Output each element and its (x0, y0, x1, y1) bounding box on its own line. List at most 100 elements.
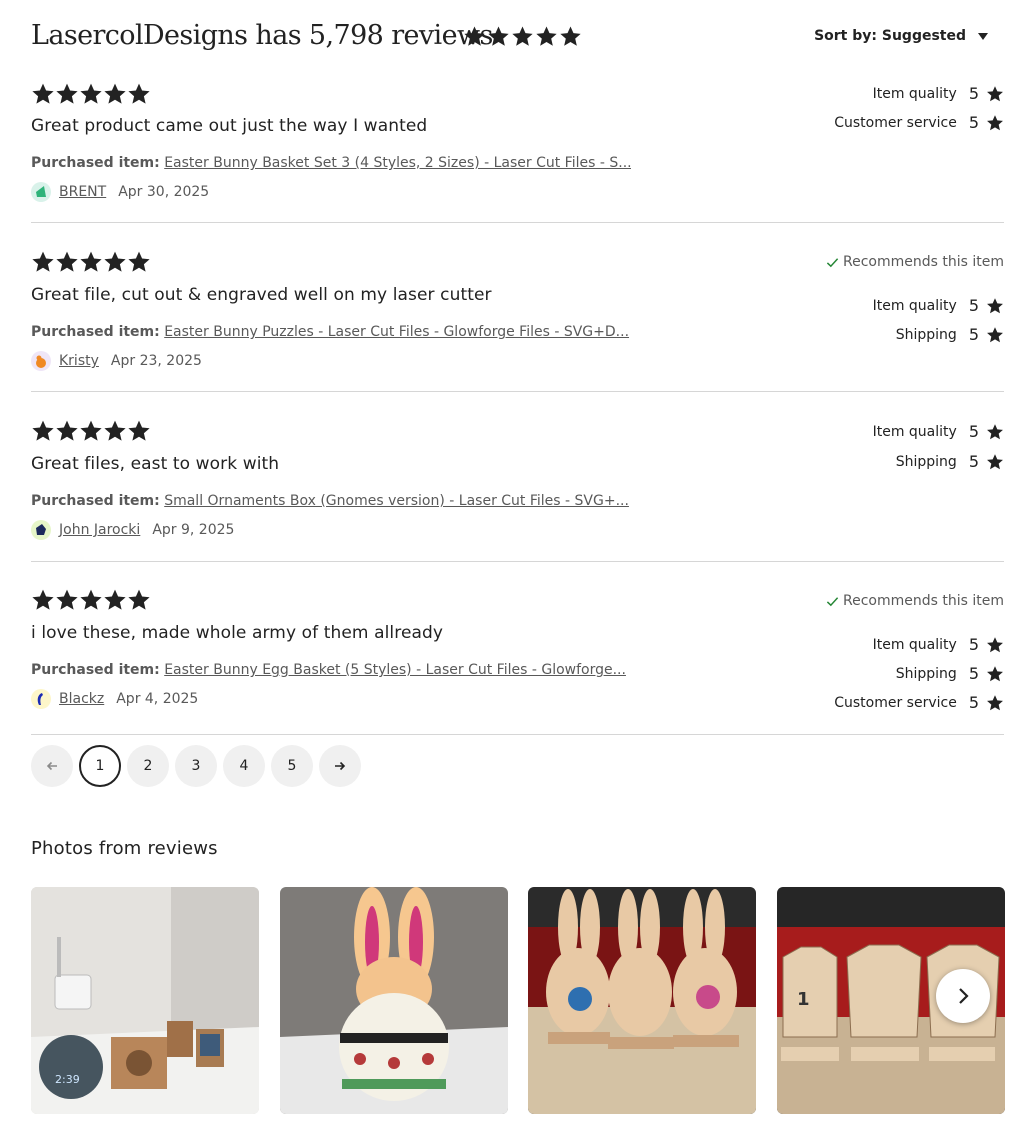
reviews-header: LasercolDesigns has 5,798 reviews Sort b… (31, 18, 1004, 58)
review-author[interactable]: Kristy (59, 353, 99, 369)
star-icon (987, 85, 1003, 101)
star-icon (56, 589, 78, 610)
chevron-right-icon (959, 988, 969, 1004)
purchased-item-link[interactable]: Easter Bunny Egg Basket (5 Styles) - Las… (164, 662, 626, 678)
next-page-button[interactable] (319, 745, 361, 787)
svg-text:1: 1 (797, 989, 810, 1010)
star-icon (32, 420, 54, 441)
star-icon (32, 251, 54, 272)
review-title: Great file, cut out & engraved well on m… (31, 285, 492, 305)
star-icon (56, 251, 78, 272)
star-icon (80, 420, 102, 441)
page-button-1[interactable]: 1 (79, 745, 121, 787)
star-icon (32, 589, 54, 610)
review-photo[interactable] (528, 887, 756, 1114)
star-icon (128, 420, 150, 441)
star-icon (987, 114, 1003, 130)
page-button-5[interactable]: 5 (271, 745, 313, 787)
purchased-label: Purchased item: (31, 324, 160, 340)
review-item: Great files, east to work with Purchased… (31, 408, 1004, 562)
rating-item-quality: Item quality 5 (873, 635, 1004, 654)
page-button-2[interactable]: 2 (127, 745, 169, 787)
star-icon (104, 589, 126, 610)
purchased-item-link[interactable]: Easter Bunny Puzzles - Laser Cut Files -… (164, 324, 629, 340)
star-icon (987, 326, 1003, 342)
review-author[interactable]: Blackz (59, 691, 104, 707)
review-stars (31, 250, 151, 274)
review-date: Apr 4, 2025 (116, 691, 199, 707)
review-author-row: John Jarocki Apr 9, 2025 (31, 520, 234, 540)
star-icon (987, 453, 1003, 469)
review-item: Great product came out just the way I wa… (31, 70, 1004, 223)
sort-label: Sort by: Suggested (814, 28, 966, 44)
prev-page-button[interactable] (31, 745, 73, 787)
purchased-item: Purchased item: Easter Bunny Puzzles - L… (31, 324, 631, 340)
star-icon (104, 251, 126, 272)
carousel-next-button[interactable] (936, 969, 990, 1023)
rating-label: Shipping (895, 665, 957, 682)
purchased-item-link[interactable]: Easter Bunny Basket Set 3 (4 Styles, 2 S… (164, 155, 631, 171)
purchased-item: Purchased item: Easter Bunny Egg Basket … (31, 662, 631, 678)
rating-value: 5 (968, 422, 979, 441)
page-button-4[interactable]: 4 (223, 745, 265, 787)
rating-shipping: Shipping 5 (896, 664, 1004, 683)
star-icon (128, 251, 150, 272)
review-author[interactable]: John Jarocki (59, 522, 140, 538)
rating-shipping: Shipping 5 (896, 452, 1004, 471)
purchased-label: Purchased item: (31, 662, 160, 678)
star-icon (536, 26, 557, 46)
pagination: 1 2 3 4 5 (31, 745, 361, 787)
star-icon (128, 589, 150, 610)
rating-value: 5 (968, 296, 979, 315)
purchased-item-link[interactable]: Small Ornaments Box (Gnomes version) - L… (164, 493, 629, 509)
star-icon (80, 589, 102, 610)
avatar[interactable] (31, 689, 51, 709)
review-photos-carousel: 2:39 1 (31, 887, 1005, 1115)
review-date: Apr 9, 2025 (152, 522, 235, 538)
rating-value: 5 (968, 664, 979, 683)
caret-down-icon (978, 33, 988, 40)
star-icon (80, 83, 102, 104)
star-icon (32, 83, 54, 104)
avatar[interactable] (31, 182, 51, 202)
review-item: Great file, cut out & engraved well on m… (31, 239, 1004, 392)
review-title: Great product came out just the way I wa… (31, 116, 428, 136)
arrow-right-icon (335, 761, 346, 771)
review-photo[interactable]: 2:39 (31, 887, 259, 1114)
review-title: Great files, east to work with (31, 454, 280, 474)
rating-label: Item quality (872, 85, 957, 102)
reviews-title: LasercolDesigns has 5,798 reviews (31, 20, 493, 51)
review-author-row: Kristy Apr 23, 2025 (31, 351, 202, 371)
recommends-badge: Recommends this item (826, 254, 1004, 270)
star-icon (987, 665, 1003, 681)
rating-value: 5 (968, 635, 979, 654)
photos-section-title: Photos from reviews (31, 838, 218, 859)
rating-value: 5 (968, 452, 979, 471)
rating-value: 5 (968, 84, 979, 103)
rating-label: Shipping (895, 326, 957, 343)
purchased-label: Purchased item: (31, 493, 160, 509)
recommends-badge: Recommends this item (826, 593, 1004, 609)
review-date: Apr 30, 2025 (118, 184, 210, 200)
rating-customer-service: Customer service 5 (834, 113, 1004, 132)
purchased-item: Purchased item: Easter Bunny Basket Set … (31, 155, 631, 171)
star-icon (560, 26, 581, 46)
review-author[interactable]: BRENT (59, 184, 106, 200)
avatar[interactable] (31, 520, 51, 540)
sort-dropdown[interactable]: Sort by: Suggested (814, 28, 988, 44)
star-icon (80, 251, 102, 272)
page-button-3[interactable]: 3 (175, 745, 217, 787)
rating-label: Item quality (872, 636, 957, 653)
star-icon (464, 26, 485, 46)
rating-label: Shipping (895, 453, 957, 470)
star-icon (56, 420, 78, 441)
star-icon (104, 420, 126, 441)
svg-text:2:39: 2:39 (55, 1073, 80, 1086)
star-icon (128, 83, 150, 104)
purchased-item: Purchased item: Small Ornaments Box (Gno… (31, 493, 631, 509)
avatar[interactable] (31, 351, 51, 371)
rating-value: 5 (968, 325, 979, 344)
rating-label: Customer service (834, 694, 957, 711)
star-icon (104, 83, 126, 104)
review-photo[interactable] (280, 887, 508, 1114)
